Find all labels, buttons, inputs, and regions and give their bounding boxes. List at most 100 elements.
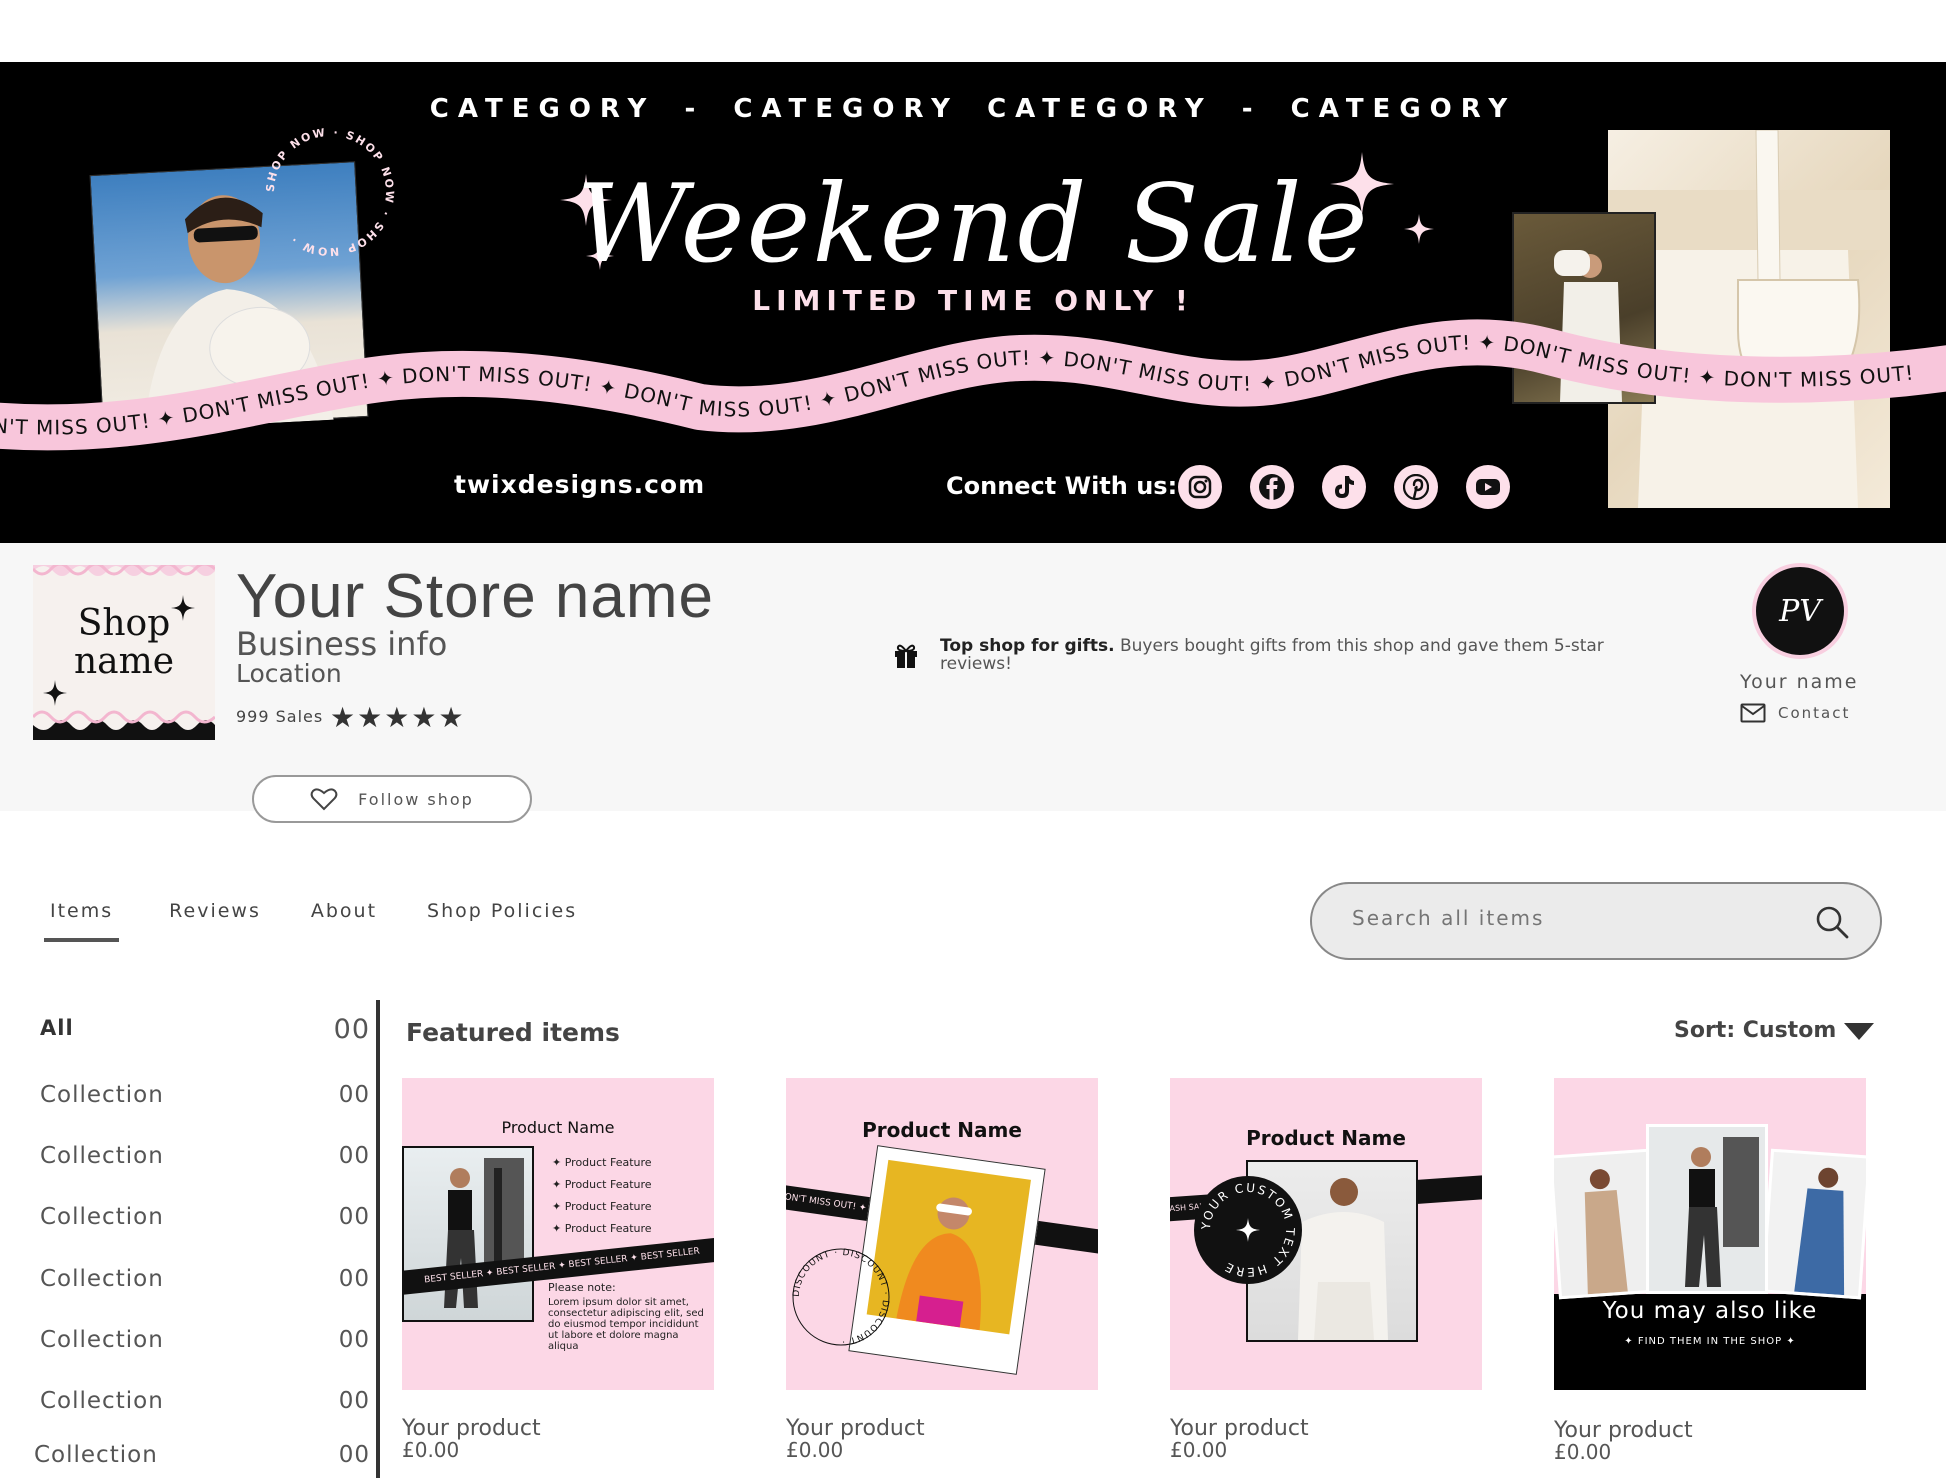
product-photo	[402, 1146, 534, 1322]
featured-items-heading: Featured items	[406, 1018, 620, 1047]
contact-label: Contact	[1778, 704, 1851, 722]
business-info: Business info	[236, 625, 448, 663]
product-image[interactable]: Product Name DON'T MISS OUT! ✦ DON'T MIS…	[786, 1078, 1098, 1390]
owner-avatar[interactable]: PV	[1752, 563, 1848, 659]
star-icon: ★	[330, 701, 358, 734]
search-icon[interactable]	[1814, 904, 1850, 940]
sidebar-item-collection[interactable]: Collection 00	[40, 1082, 370, 1108]
store-location: Location	[236, 659, 342, 688]
sidebar-item-label: Collection	[40, 1266, 164, 1292]
svg-text:DISCOUNT · DISCOUNT · DISCOUNT: DISCOUNT · DISCOUNT · DISCOUNT ·	[792, 1248, 890, 1346]
sidebar-item-label: Collection	[40, 1143, 164, 1169]
search-bar	[1310, 882, 1882, 960]
sidebar-item-count: 00	[333, 1014, 370, 1045]
follow-label: Follow shop	[358, 789, 474, 809]
sidebar-item-label: All	[40, 1016, 74, 1040]
instagram-icon[interactable]	[1178, 465, 1222, 509]
youtube-icon[interactable]	[1466, 465, 1510, 509]
sort-label: Sort: Custom	[1674, 1018, 1837, 1043]
find-in-shop-text: ✦ FIND THEM IN THE SHOP ✦	[1624, 1336, 1796, 1347]
follow-shop-button[interactable]: Follow shop	[252, 775, 532, 823]
star-icon: ★	[411, 701, 439, 734]
product-name-label: Product Name	[862, 1118, 1022, 1142]
shop-tabs: Items Reviews About Shop Policies	[44, 900, 577, 942]
tiktok-icon[interactable]	[1322, 465, 1366, 509]
note-text: Please note: Lorem ipsum dolor sit amet,…	[548, 1281, 704, 1352]
product-card[interactable]: You may also like ✦ FIND THEM IN THE SHO…	[1554, 1078, 1866, 1462]
sidebar-item-count: 00	[338, 1082, 370, 1108]
product-name-label: Product Name	[1246, 1126, 1406, 1150]
product-title[interactable]: Your product	[1554, 1420, 1866, 1442]
product-price: £0.00	[402, 1438, 460, 1462]
tab-shop-policies[interactable]: Shop Policies	[427, 900, 577, 942]
you-may-also-like-heading: You may also like	[1602, 1298, 1818, 1324]
sidebar-item-all[interactable]: All 00	[40, 1014, 370, 1045]
connect-label: Connect With us:	[946, 472, 1178, 500]
sales-count: 999 Sales	[236, 707, 324, 726]
sidebar-item-count: 00	[338, 1442, 370, 1468]
sidebar-item-collection[interactable]: Collection 00	[40, 1388, 370, 1414]
product-image[interactable]: Product Name ✦ Product Feature ✦ Product…	[402, 1078, 714, 1390]
custom-text-circle: YOUR CUSTOM TEXT HERE	[1194, 1176, 1302, 1284]
rating-stars[interactable]: ★★★★★	[330, 701, 466, 734]
sidebar-item-collection[interactable]: Collection 00	[40, 1266, 370, 1292]
facebook-icon[interactable]	[1250, 465, 1294, 509]
star-icon: ★	[357, 701, 385, 734]
avatar-initials: PV	[1779, 593, 1821, 629]
feature-item: ✦ Product Feature	[552, 1222, 652, 1235]
product-price: £0.00	[1170, 1438, 1228, 1462]
tab-reviews[interactable]: Reviews	[169, 900, 261, 942]
sidebar-item-count: 00	[338, 1143, 370, 1169]
sidebar-item-count: 00	[338, 1204, 370, 1230]
caret-down-icon	[1844, 1022, 1875, 1040]
product-price: £0.00	[1554, 1440, 1612, 1464]
sidebar-item-count: 00	[338, 1327, 370, 1353]
pinterest-icon[interactable]	[1394, 465, 1438, 509]
sidebar-divider	[376, 1000, 380, 1478]
feature-item: ✦ Product Feature	[552, 1156, 652, 1169]
sidebar-item-label: Collection	[34, 1442, 158, 1468]
product-price: £0.00	[786, 1438, 844, 1462]
product-card[interactable]: Product Name ✦ Product Feature ✦ Product…	[402, 1078, 714, 1460]
product-card[interactable]: Product Name FLASH SALE ✦ FLASH SALE ✦ F…	[1170, 1078, 1482, 1460]
sort-dropdown[interactable]: Sort: Custom	[1674, 1018, 1875, 1043]
feature-item: ✦ Product Feature	[552, 1200, 652, 1213]
owner-name[interactable]: Your name	[1740, 671, 1858, 693]
sidebar-item-collection[interactable]: Collection 00	[34, 1442, 370, 1468]
logo-text-name: name	[73, 641, 175, 682]
product-image[interactable]: You may also like ✦ FIND THEM IN THE SHO…	[1554, 1078, 1866, 1390]
sidebar-item-label: Collection	[40, 1388, 164, 1414]
star-icon: ★	[438, 701, 466, 734]
shop-logo: Shop name	[33, 565, 215, 740]
product-photo	[1646, 1124, 1768, 1294]
sidebar-item-count: 00	[338, 1388, 370, 1414]
product-image[interactable]: Product Name FLASH SALE ✦ FLASH SALE ✦ F…	[1170, 1078, 1482, 1390]
product-photo	[1554, 1148, 1659, 1300]
search-input[interactable]	[1352, 906, 1772, 930]
contact-button[interactable]: Contact	[1740, 703, 1850, 723]
hero-banner: CATEGORY - CATEGORY CATEGORY - CATEGORY …	[0, 62, 1946, 543]
mail-icon	[1740, 703, 1766, 723]
sidebar-item-collection[interactable]: Collection 00	[40, 1327, 370, 1353]
tab-about[interactable]: About	[311, 900, 377, 942]
star-icon: ★	[384, 701, 412, 734]
logo-text-shop: Shop	[77, 603, 171, 644]
product-title[interactable]: Your product	[1170, 1418, 1482, 1440]
product-name-label: Product Name	[501, 1118, 615, 1137]
sidebar-item-label: Collection	[40, 1327, 164, 1353]
product-title[interactable]: Your product	[402, 1418, 714, 1440]
product-title[interactable]: Your product	[786, 1418, 1098, 1440]
sidebar-item-label: Collection	[40, 1082, 164, 1108]
gift-badge-title: Top shop for gifts.	[940, 636, 1115, 656]
website-link[interactable]: twixdesigns.com	[454, 470, 705, 499]
collections-sidebar: All 00 Collection 00 Collection 00 Colle…	[0, 1000, 385, 1478]
tab-items[interactable]: Items	[44, 900, 120, 942]
feature-list: ✦ Product Feature ✦ Product Feature ✦ Pr…	[552, 1152, 652, 1240]
sidebar-item-collection[interactable]: Collection 00	[40, 1204, 370, 1230]
top-shop-badge: Top shop for gifts. Buyers bought gifts …	[940, 637, 1640, 673]
sidebar-item-collection[interactable]: Collection 00	[40, 1143, 370, 1169]
heart-icon	[310, 788, 338, 811]
product-card[interactable]: Product Name DON'T MISS OUT! ✦ DON'T MIS…	[786, 1078, 1098, 1460]
feature-item: ✦ Product Feature	[552, 1178, 652, 1191]
product-photo	[1761, 1148, 1866, 1300]
